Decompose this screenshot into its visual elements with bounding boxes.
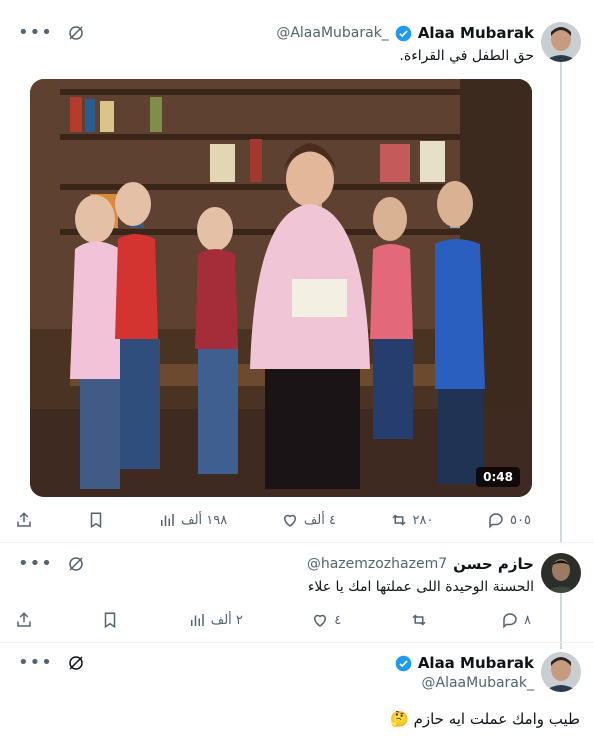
grok-icon[interactable] bbox=[67, 24, 85, 42]
tweet-header: @hazemzozhazem7 حازم حسن bbox=[307, 555, 534, 573]
user-handle[interactable]: @AlaaMubarak_ bbox=[276, 25, 389, 41]
avatar[interactable] bbox=[541, 553, 581, 593]
user-handle[interactable]: @hazemzozhazem7 bbox=[307, 556, 447, 572]
tweet-menu: ••• bbox=[18, 654, 85, 672]
tweet-text: طيب وامك عملت ايه حازم 🤔 bbox=[390, 710, 580, 728]
heart-icon bbox=[314, 614, 327, 627]
bookmark-button[interactable] bbox=[87, 511, 105, 529]
reply-button[interactable]: ٥٠٥ bbox=[487, 511, 531, 529]
reply-button[interactable]: ٨ bbox=[501, 611, 531, 629]
share-icon bbox=[17, 612, 31, 627]
tweet-menu: ••• bbox=[18, 555, 85, 573]
avatar[interactable] bbox=[541, 652, 581, 692]
likes-count: ٤ ألف bbox=[303, 512, 336, 528]
repost-icon bbox=[412, 614, 426, 626]
share-button[interactable] bbox=[15, 511, 33, 529]
views-count: ٢ ألف bbox=[210, 612, 243, 628]
avatar[interactable] bbox=[541, 22, 581, 62]
views-chart-icon bbox=[161, 514, 174, 526]
views-button[interactable]: ٢ ألف bbox=[188, 611, 243, 629]
divider bbox=[0, 642, 594, 643]
repost-icon bbox=[392, 514, 406, 526]
replies-count: ٥٠٥ bbox=[510, 512, 531, 528]
heart-icon bbox=[283, 514, 296, 527]
divider bbox=[0, 542, 594, 543]
bookmark-icon bbox=[90, 512, 101, 529]
like-button[interactable]: ٤ bbox=[311, 611, 341, 629]
tweet-actions: ٢ ألف ٤ ٨ bbox=[15, 609, 531, 631]
more-options-icon[interactable]: ••• bbox=[18, 555, 53, 573]
more-options-icon[interactable]: ••• bbox=[18, 654, 53, 672]
grok-icon[interactable] bbox=[67, 555, 85, 573]
share-button[interactable] bbox=[15, 611, 33, 629]
views-button[interactable]: ١٩٨ ألف bbox=[158, 511, 227, 529]
grok-icon[interactable] bbox=[67, 654, 85, 672]
video-player[interactable]: 0:48 bbox=[30, 79, 532, 497]
tweet-text: الحسنة الوحيدة اللى عملتها امك يا علاء bbox=[307, 579, 534, 595]
reply-icon bbox=[503, 613, 517, 629]
thread-line bbox=[560, 62, 562, 542]
repost-button[interactable] bbox=[410, 611, 433, 629]
user-name[interactable]: Alaa Mubarak bbox=[418, 654, 534, 672]
tweet-header: Alaa Mubarak bbox=[395, 654, 534, 672]
repost-button[interactable]: ٢٨٠ bbox=[390, 511, 434, 529]
bookmark-icon bbox=[105, 612, 116, 629]
reposts-count: ٢٨٠ bbox=[412, 512, 434, 528]
tweet-menu: ••• bbox=[18, 24, 85, 42]
tweet-header: @AlaaMubarak_ Alaa Mubarak bbox=[276, 24, 534, 42]
tweet-actions: ١٩٨ ألف ٤ ألف ٢٨٠ ٥٠٥ bbox=[15, 509, 531, 531]
user-handle[interactable]: @AlaaMubarak_ bbox=[422, 675, 535, 691]
more-options-icon[interactable]: ••• bbox=[18, 24, 53, 42]
user-name[interactable]: حازم حسن bbox=[453, 555, 534, 573]
verified-badge-icon bbox=[395, 655, 412, 671]
views-chart-icon bbox=[190, 614, 204, 626]
replies-count: ٨ bbox=[524, 612, 531, 628]
user-name[interactable]: Alaa Mubarak bbox=[418, 24, 534, 42]
views-count: ١٩٨ ألف bbox=[181, 512, 228, 528]
video-duration: 0:48 bbox=[476, 467, 520, 487]
reply-icon bbox=[489, 513, 503, 529]
verified-badge-icon bbox=[395, 25, 412, 41]
handle-row: @AlaaMubarak_ bbox=[422, 675, 535, 691]
tweet-text: حق الطفل في القراءة. bbox=[399, 48, 534, 64]
bookmark-button[interactable] bbox=[101, 611, 119, 629]
share-icon bbox=[17, 512, 31, 527]
thread-line bbox=[560, 593, 562, 649]
like-button[interactable]: ٤ ألف bbox=[281, 511, 336, 529]
likes-count: ٤ bbox=[334, 612, 342, 628]
